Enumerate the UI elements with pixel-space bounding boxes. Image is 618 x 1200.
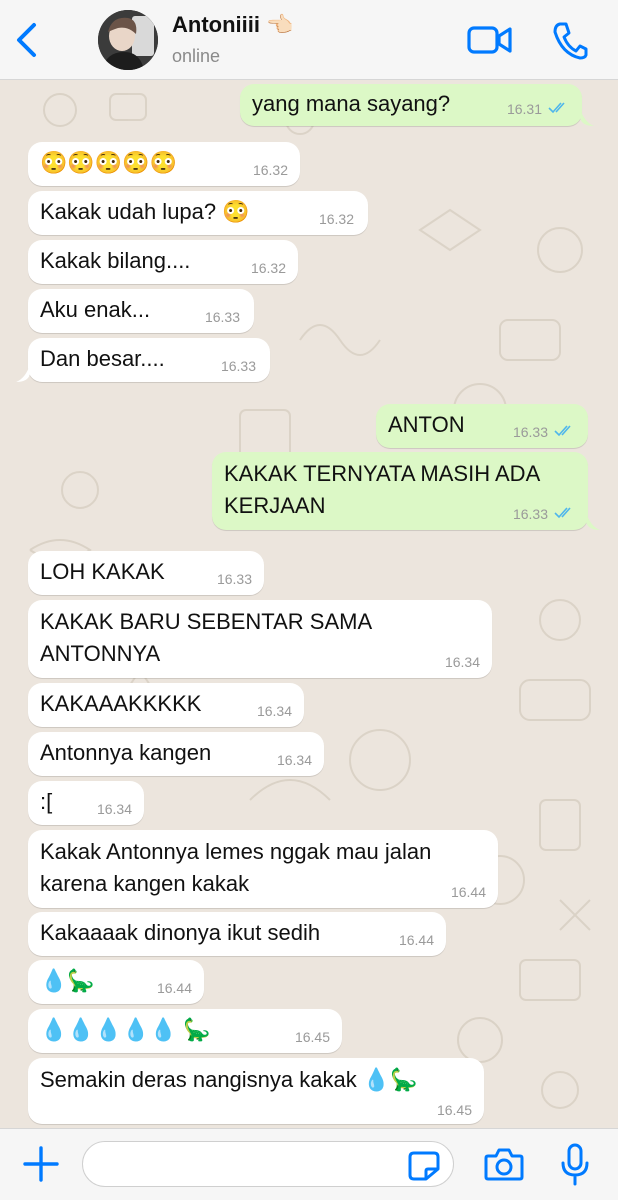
message-text: 💧💧💧💧💧 🦕 bbox=[40, 1017, 211, 1042]
message-text: Antonnya kangen bbox=[40, 740, 212, 765]
message-time: 16.34 bbox=[444, 654, 480, 670]
message-bubble-incoming[interactable]: Kakak udah lupa? 😳 16.32 bbox=[28, 191, 368, 235]
composer-bar bbox=[0, 1128, 618, 1200]
bubble-tail bbox=[586, 512, 600, 530]
contact-name[interactable]: Antoniiii 👈🏻 bbox=[172, 12, 293, 38]
message-bubble-incoming[interactable]: KAKAK BARU SEBENTAR SAMA ANTONNYA 16.34 bbox=[28, 600, 492, 678]
video-camera-icon[interactable] bbox=[466, 22, 514, 58]
message-time: 16.33 bbox=[512, 506, 548, 522]
message-bubble-outgoing[interactable]: ANTON 16.33 bbox=[376, 404, 588, 448]
message-bubble-incoming[interactable]: Kakak bilang.... 16.32 bbox=[28, 240, 298, 284]
message-time: 16.44 bbox=[450, 884, 486, 900]
message-text: 💧🦕 bbox=[40, 968, 95, 993]
read-ticks-icon bbox=[548, 102, 565, 114]
camera-icon[interactable] bbox=[484, 1147, 524, 1181]
message-time: 16.33 bbox=[204, 309, 240, 325]
message-text: karena kangen kakak bbox=[40, 871, 250, 896]
message-text: yang mana sayang? bbox=[252, 91, 451, 116]
message-text: Dan besar.... bbox=[40, 346, 165, 371]
message-time: 16.45 bbox=[294, 1029, 330, 1045]
message-bubble-outgoing[interactable]: yang mana sayang? 16.31 bbox=[240, 84, 582, 126]
message-text: 😳😳😳😳😳 bbox=[40, 150, 177, 175]
contact-status: online bbox=[172, 46, 221, 66]
message-time: 16.33 bbox=[216, 571, 252, 587]
message-time: 16.44 bbox=[398, 932, 434, 948]
message-text: Kakak udah lupa? 😳 bbox=[40, 199, 250, 224]
chevron-left-icon[interactable] bbox=[12, 22, 40, 58]
bubble-tail bbox=[580, 108, 594, 126]
message-list[interactable]: yang mana sayang? 16.31 😳😳😳😳😳 16.32 Kaka… bbox=[0, 80, 618, 1128]
message-bubble-incoming[interactable]: 💧🦕 16.44 bbox=[28, 960, 204, 1004]
read-ticks-icon bbox=[554, 425, 571, 437]
chat-header: Antoniiii 👈🏻 online bbox=[0, 0, 618, 80]
sticker-icon[interactable] bbox=[408, 1151, 440, 1181]
microphone-icon[interactable] bbox=[560, 1143, 590, 1187]
message-text: KERJAAN bbox=[224, 493, 326, 518]
read-ticks-icon bbox=[554, 507, 571, 519]
message-bubble-incoming[interactable]: Dan besar.... 16.33 bbox=[28, 338, 270, 382]
message-bubble-incoming[interactable]: LOH KAKAK 16.33 bbox=[28, 551, 264, 595]
message-text: ANTONNYA bbox=[40, 641, 161, 666]
message-text: Kakak Antonnya lemes nggak mau jalan bbox=[40, 839, 432, 864]
message-bubble-incoming[interactable]: 💧💧💧💧💧 🦕 16.45 bbox=[28, 1009, 342, 1053]
message-bubble-outgoing[interactable]: KAKAK TERNYATA MASIH ADA KERJAAN 16.33 bbox=[212, 452, 588, 530]
message-time: 16.34 bbox=[256, 703, 292, 719]
avatar[interactable] bbox=[98, 10, 158, 70]
message-bubble-incoming[interactable]: :[ 16.34 bbox=[28, 781, 144, 825]
message-time: 16.45 bbox=[436, 1102, 472, 1118]
message-bubble-incoming[interactable]: KAKAAAKKKKK 16.34 bbox=[28, 683, 304, 727]
plus-icon[interactable] bbox=[22, 1145, 60, 1183]
message-text: LOH KAKAK bbox=[40, 559, 165, 584]
message-bubble-incoming[interactable]: Kakak Antonnya lemes nggak mau jalan kar… bbox=[28, 830, 498, 908]
message-text: Semakin deras nangisnya kakak 💧🦕 bbox=[40, 1067, 418, 1092]
message-text: :[ bbox=[40, 789, 53, 814]
message-time: 16.32 bbox=[252, 162, 288, 178]
message-input[interactable] bbox=[82, 1141, 454, 1187]
phone-icon[interactable] bbox=[552, 20, 588, 60]
message-text: KAKAAAKKKKK bbox=[40, 691, 202, 716]
message-text: Aku enak... bbox=[40, 297, 151, 322]
message-text: KAKAK TERNYATA MASIH ADA bbox=[224, 461, 541, 486]
message-text: KAKAK BARU SEBENTAR SAMA bbox=[40, 609, 373, 634]
message-text: ANTON bbox=[388, 412, 465, 437]
message-text: Kakaaaak dinonya ikut sedih bbox=[40, 920, 321, 945]
message-time: 16.34 bbox=[276, 752, 312, 768]
bubble-tail bbox=[16, 364, 30, 382]
message-bubble-incoming[interactable]: Aku enak... 16.33 bbox=[28, 289, 254, 333]
message-time: 16.32 bbox=[250, 260, 286, 276]
message-bubble-incoming[interactable]: Kakaaaak dinonya ikut sedih 16.44 bbox=[28, 912, 446, 956]
message-text: Kakak bilang.... bbox=[40, 248, 191, 273]
message-time: 16.32 bbox=[318, 211, 354, 227]
message-time: 16.44 bbox=[156, 980, 192, 996]
message-time: 16.34 bbox=[96, 801, 132, 817]
message-bubble-incoming[interactable]: 😳😳😳😳😳 16.32 bbox=[28, 142, 300, 186]
message-time: 16.33 bbox=[512, 424, 548, 440]
message-time: 16.31 bbox=[506, 101, 542, 117]
message-time: 16.33 bbox=[220, 358, 256, 374]
message-bubble-incoming[interactable]: Antonnya kangen 16.34 bbox=[28, 732, 324, 776]
message-bubble-incoming[interactable]: Semakin deras nangisnya kakak 💧🦕 16.45 bbox=[28, 1058, 484, 1124]
